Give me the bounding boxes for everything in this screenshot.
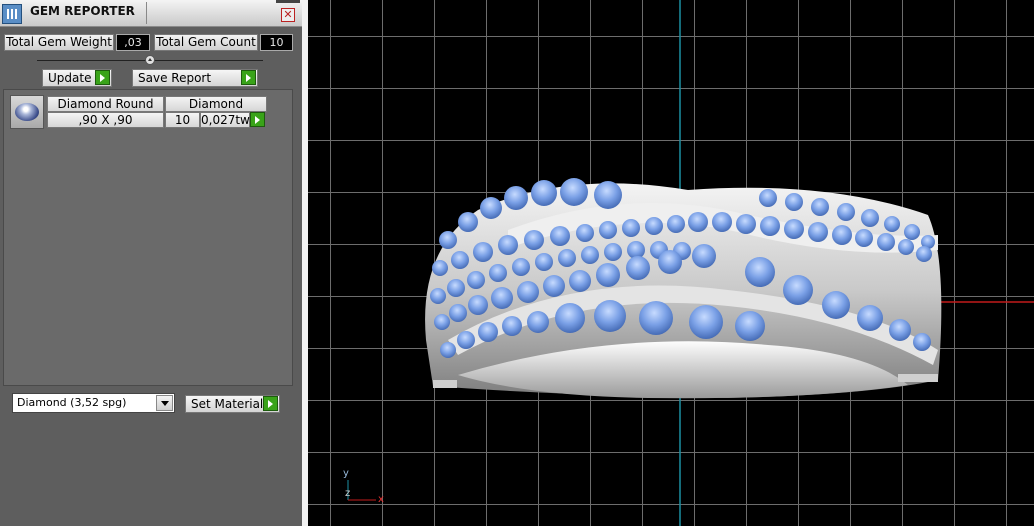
gem-weight-cell: 0,027tw xyxy=(200,112,250,128)
app-icon xyxy=(2,4,22,24)
total-gem-count-value: 10 xyxy=(260,34,293,51)
gizmo-x-label: x xyxy=(378,494,384,505)
gem-size-cell: ,90 X ,90 xyxy=(47,112,164,128)
ring-render xyxy=(347,0,1034,526)
ring-foot-right xyxy=(898,374,938,382)
save-report-go-icon[interactable] xyxy=(241,70,256,85)
gem-list xyxy=(3,89,293,386)
diamond-round-icon[interactable] xyxy=(10,95,44,129)
ring-foot-left xyxy=(433,380,457,388)
gem-shape-cell: Diamond Round xyxy=(47,96,164,112)
set-material-go-icon[interactable] xyxy=(263,396,278,411)
slider-handle[interactable] xyxy=(145,55,155,65)
panel-title: GEM REPORTER xyxy=(30,4,135,18)
gizmo-y-label: y xyxy=(343,468,349,479)
title-divider xyxy=(146,2,147,24)
update-go-icon[interactable] xyxy=(95,70,110,85)
gem-material-cell: Diamond xyxy=(165,96,267,112)
chevron-down-icon[interactable] xyxy=(156,395,173,411)
gem-reporter-panel: GEM REPORTER ✕ Total Gem Weight ,03 Tota… xyxy=(0,0,302,526)
gizmo-z-label: z xyxy=(345,488,351,499)
gem-row-go-icon[interactable] xyxy=(250,112,265,127)
material-select[interactable]: Diamond (3,52 spg) xyxy=(12,393,175,413)
save-report-button-label: Save Report xyxy=(138,71,212,85)
set-material-button-label: Set Material xyxy=(191,397,264,411)
total-gem-weight-label: Total Gem Weight xyxy=(4,34,114,51)
gem-count-cell: 10 xyxy=(165,112,200,128)
total-gem-count-label: Total Gem Count xyxy=(154,34,258,51)
3d-viewport[interactable]: y z x xyxy=(308,0,1034,526)
close-icon[interactable]: ✕ xyxy=(281,8,295,22)
save-report-button[interactable]: Save Report xyxy=(132,69,258,87)
update-button-label: Update xyxy=(48,71,92,85)
window-edge xyxy=(276,0,300,3)
total-gem-weight-value: ,03 xyxy=(116,34,150,51)
title-bar: GEM REPORTER ✕ xyxy=(0,0,302,27)
